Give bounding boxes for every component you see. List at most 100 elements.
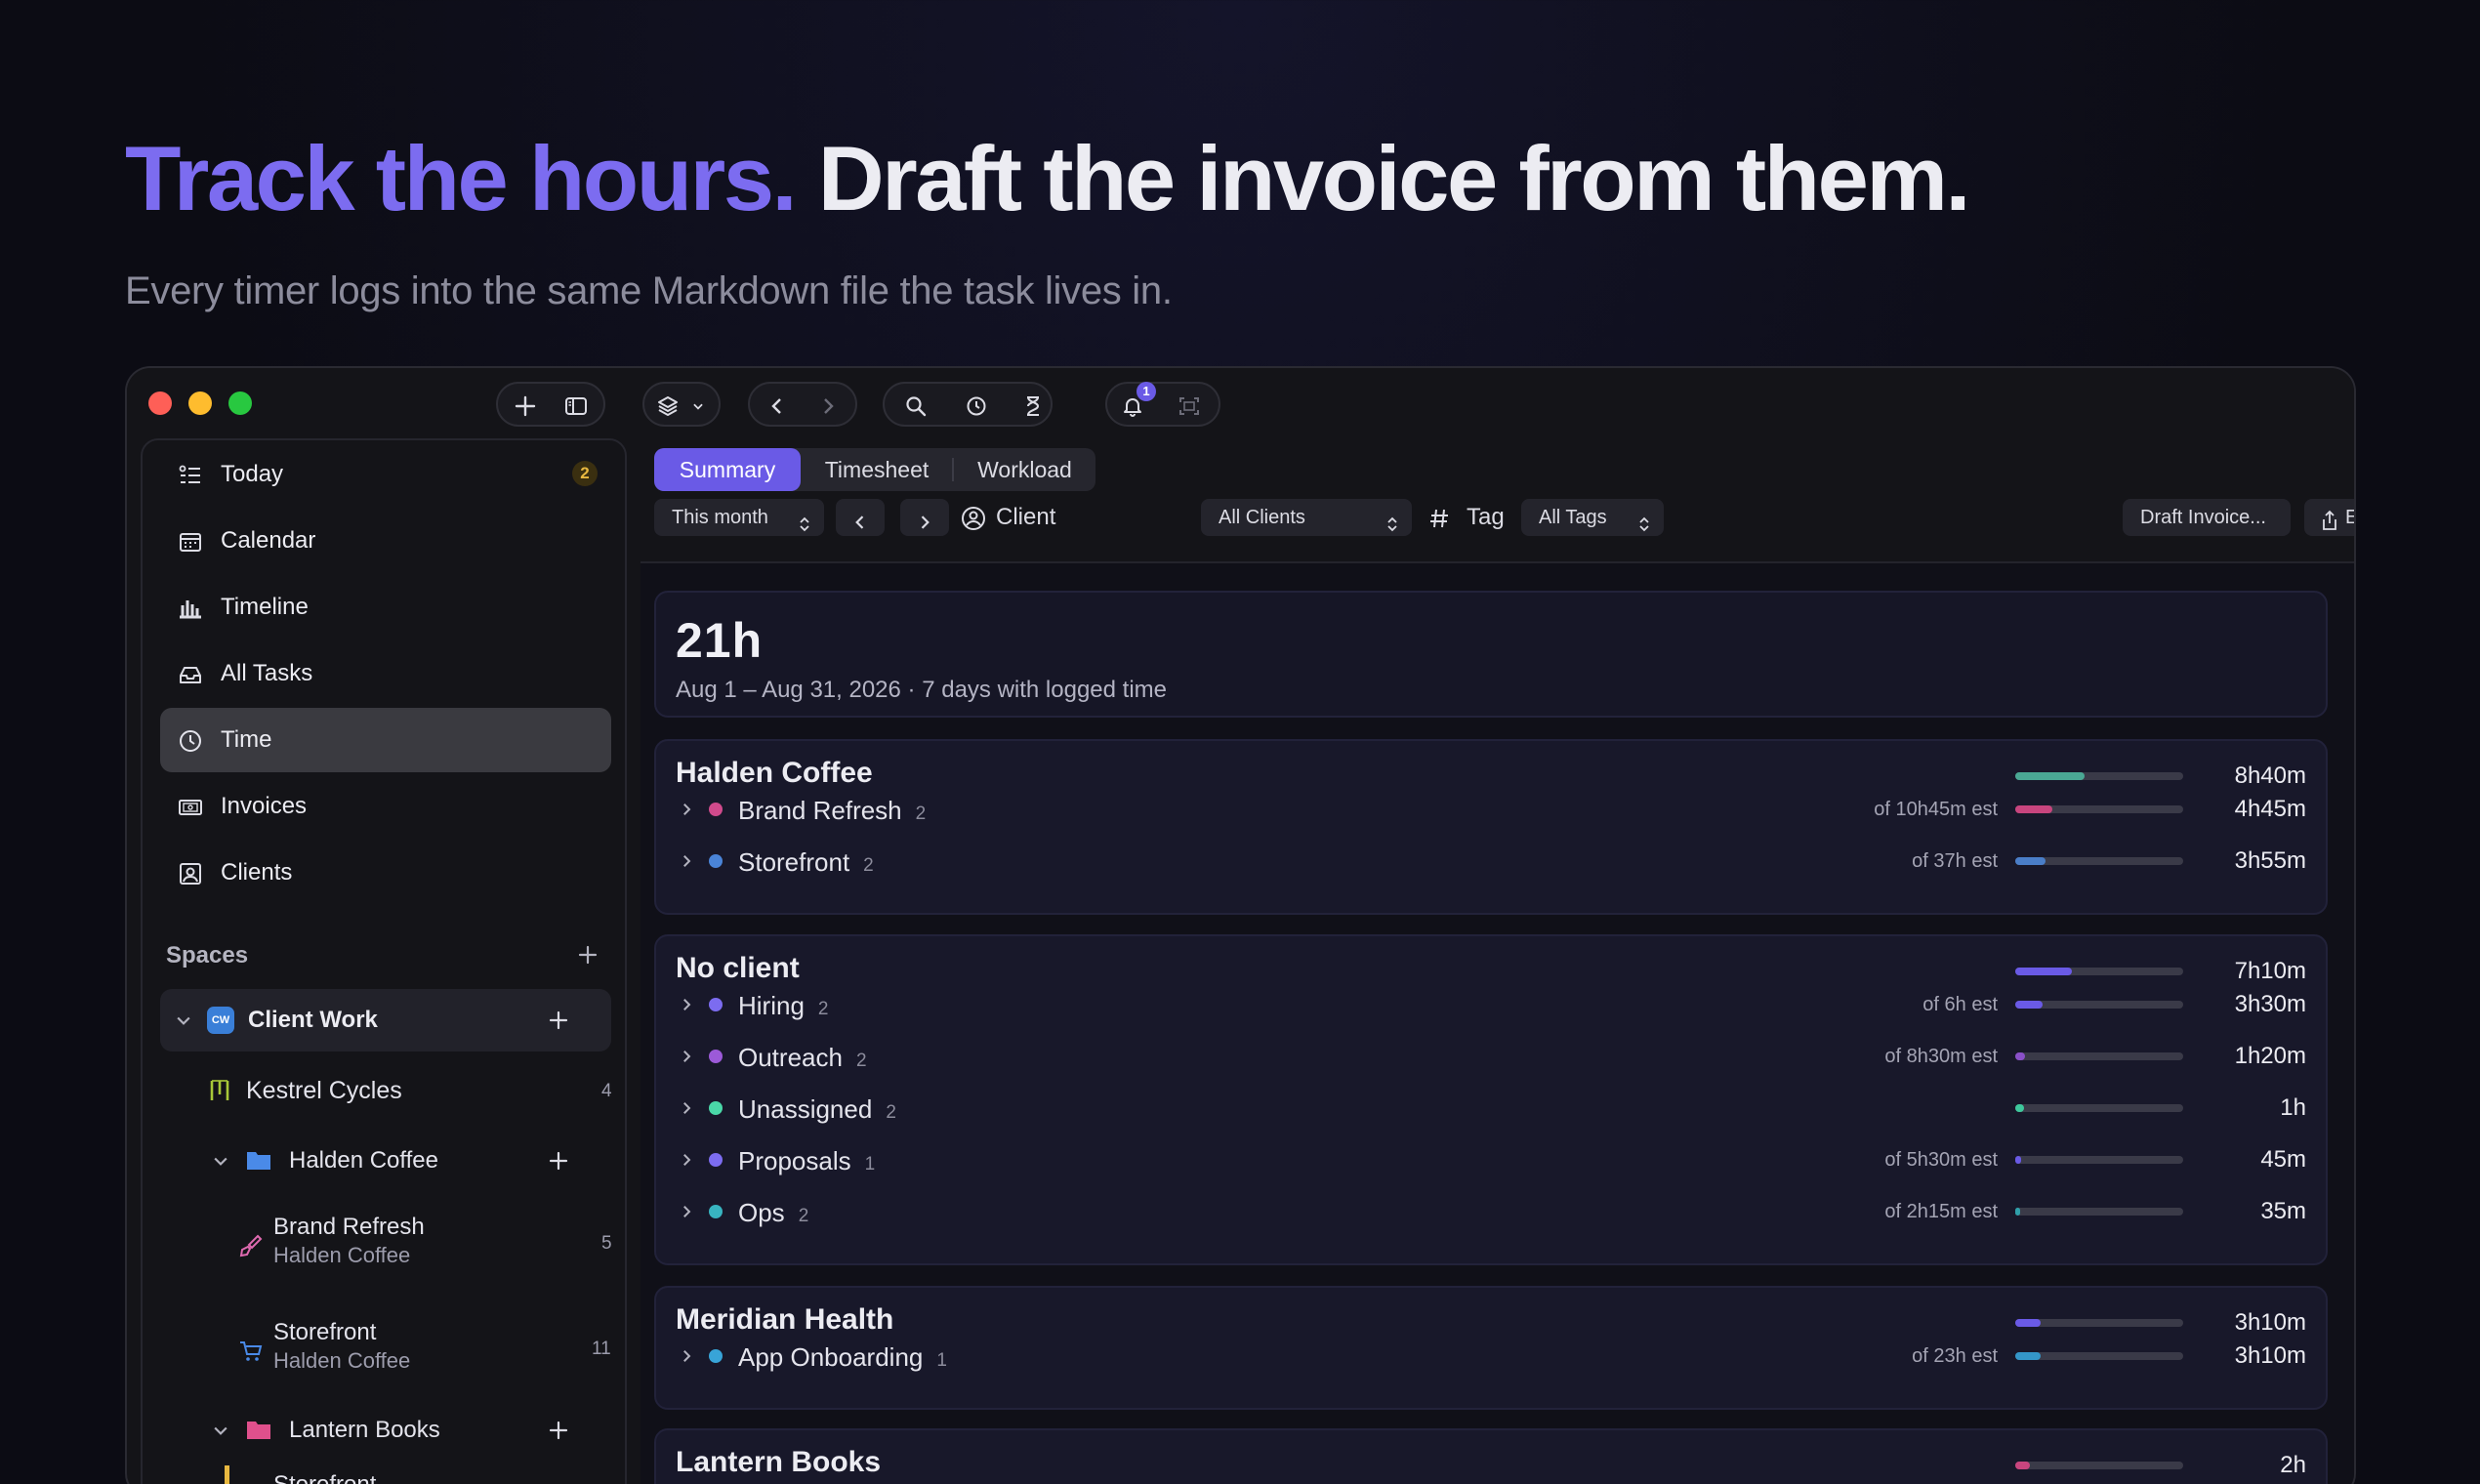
tree-folder-halden-coffee[interactable]: Halden Coffee [160, 1132, 611, 1190]
zoom-window-button[interactable] [228, 392, 252, 415]
cart-icon [238, 1339, 264, 1364]
add-to-folder-button[interactable] [547, 1419, 570, 1442]
updown-chevron-icon [1385, 509, 1400, 532]
chevron-right-icon[interactable] [678, 801, 695, 818]
client-total-hours: 7h10m [2234, 958, 2306, 984]
toolbar-group-alerts: 1 [1105, 382, 1220, 427]
sidebar-toggle-icon[interactable] [564, 394, 588, 418]
chevron-right-icon[interactable] [678, 1151, 695, 1169]
project-row[interactable]: Hiring 2 of 6h est 3h30m [656, 985, 2326, 1024]
chevron-right-icon[interactable] [678, 1347, 695, 1365]
project-hours: 45m [2260, 1146, 2306, 1173]
add-to-space-button[interactable] [547, 1009, 570, 1032]
sidebar-item-today[interactable]: Today 2 [160, 442, 611, 507]
client-filter-label: Client [996, 504, 1056, 530]
chevron-right-icon[interactable] [678, 1099, 695, 1117]
today-count-badge: 2 [572, 461, 598, 486]
chevron-down-icon[interactable] [174, 1010, 193, 1030]
chevron-right-icon[interactable] [816, 394, 840, 418]
layers-icon[interactable] [656, 394, 687, 418]
client-card-icon [178, 861, 203, 886]
previous-period-button[interactable] [836, 499, 885, 536]
tree-item-storefront[interactable]: Storefront Halden Coffee 11 [160, 1307, 611, 1397]
toolbar-group-tools [883, 382, 1053, 427]
spaces-heading: Spaces [166, 942, 249, 969]
project-progress-bar [2015, 1104, 2183, 1112]
updown-chevron-icon [1636, 509, 1652, 532]
hourglass-icon[interactable] [1021, 394, 1045, 418]
date-range: Aug 1 – Aug 31, 2026 · 7 days with logge… [676, 677, 1168, 703]
sidebar-item-calendar[interactable]: Calendar [160, 509, 611, 573]
bar-fill [2015, 1104, 2024, 1112]
sidebar-item-invoices[interactable]: Invoices [160, 774, 611, 839]
sidebar-item-time[interactable]: Time [160, 708, 611, 772]
client-group-title: Lantern Books [676, 1446, 882, 1478]
tab-timesheet[interactable]: Timesheet [801, 448, 953, 491]
chevron-right-icon[interactable] [678, 852, 695, 870]
timer-icon[interactable] [965, 394, 988, 418]
project-progress-bar [2015, 1052, 2183, 1060]
client-person-icon [961, 506, 986, 531]
export-button[interactable]: Export [2304, 499, 2354, 536]
space-client-work[interactable]: CW Client Work [160, 989, 611, 1051]
project-hours: 4h45m [2234, 796, 2306, 822]
tab-workload[interactable]: Workload [954, 448, 1095, 491]
estimate-label: of 6h est [1922, 994, 1998, 1015]
bar-fill [2015, 1001, 2043, 1009]
bar-fill [2015, 1319, 2041, 1327]
project-name: Storefront 2 [738, 847, 874, 877]
tree-item-kestrel-cycles[interactable]: Kestrel Cycles 4 [160, 1061, 612, 1120]
sidebar-item-all-tasks[interactable]: All Tasks [160, 641, 611, 706]
estimate-label: of 8h30m est [1884, 1046, 1998, 1067]
project-row[interactable]: App Onboarding 1 of 23h est 3h10m [656, 1337, 2326, 1376]
client-group-title: No client [676, 952, 800, 984]
plus-icon[interactable] [514, 394, 537, 418]
client-group-card: Halden Coffee 8h40m Brand Refresh 2 of 10h45… [654, 739, 2328, 915]
tree-item-label: Lantern Books [289, 1417, 440, 1443]
project-row[interactable]: Outreach 2 of 8h30m est 1h20m [656, 1037, 2326, 1076]
tag-select[interactable]: All Tags [1521, 499, 1664, 536]
tree-item-brand-refresh[interactable]: Brand Refresh Halden Coffee 5 [160, 1202, 612, 1292]
chevron-down-icon[interactable] [211, 1421, 230, 1440]
project-row[interactable]: Brand Refresh 2 of 10h45m est 4h45m [656, 790, 2326, 829]
client-select[interactable]: All Clients [1201, 499, 1412, 536]
tab-summary[interactable]: Summary [654, 448, 801, 491]
close-window-button[interactable] [148, 392, 172, 415]
bar-fill [2015, 1156, 2022, 1164]
next-period-button[interactable] [900, 499, 949, 536]
client-select-value: All Clients [1219, 507, 1305, 528]
tree-folder-lantern-books[interactable]: Lantern Books [160, 1401, 611, 1460]
project-row[interactable]: Proposals 1 of 5h30m est 45m [656, 1140, 2326, 1179]
titlebar: 1 [127, 368, 2354, 438]
sidebar-item-clients[interactable]: Clients [160, 841, 611, 905]
calendar-icon [178, 529, 203, 555]
period-select[interactable]: This month [654, 499, 824, 536]
project-progress-bar [2015, 1208, 2183, 1216]
client-group-card: Lantern Books 2h [654, 1428, 2328, 1484]
headline: Track the hours. Draft the invoice from … [125, 125, 1971, 232]
bar-fill [2015, 805, 2052, 813]
sidebar-item-timeline[interactable]: Timeline [160, 575, 611, 639]
chevron-down-icon[interactable] [211, 1151, 230, 1171]
search-icon[interactable] [904, 394, 928, 418]
expand-icon[interactable] [1178, 394, 1201, 418]
chevron-right-icon[interactable] [678, 1048, 695, 1065]
chevron-right-icon[interactable] [678, 1203, 695, 1220]
tag-select-value: All Tags [1539, 507, 1607, 528]
entry-count: 2 [886, 1102, 896, 1123]
chevron-left-icon[interactable] [765, 394, 789, 418]
add-space-button[interactable] [576, 943, 599, 967]
project-row[interactable]: Ops 2 of 2h15m est 35m [656, 1192, 2326, 1231]
draft-invoice-button[interactable]: Draft Invoice... [2123, 499, 2291, 536]
app-window: 1 Today 2 Calendar Timeline All Tasks Ti… [125, 366, 2356, 1484]
project-name: Ops 2 [738, 1198, 809, 1227]
project-row[interactable]: Unassigned 2 1h [656, 1089, 2326, 1128]
sidebar: Today 2 Calendar Timeline All Tasks Time… [141, 438, 627, 1484]
bar-fill [2015, 1208, 2020, 1216]
minimize-window-button[interactable] [188, 392, 212, 415]
add-to-folder-button[interactable] [547, 1149, 570, 1173]
project-row[interactable]: Storefront 2 of 37h est 3h55m [656, 842, 2326, 881]
chevron-down-icon[interactable] [691, 399, 705, 413]
chevron-right-icon[interactable] [678, 996, 695, 1013]
tree-item-storefront-lantern[interactable]: Storefront [160, 1465, 611, 1484]
